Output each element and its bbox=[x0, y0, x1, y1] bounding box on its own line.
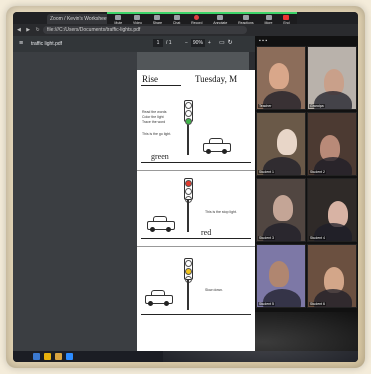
record-icon bbox=[194, 15, 200, 20]
menu-icon[interactable]: ≡ bbox=[19, 40, 23, 47]
participant-name: Teacher bbox=[258, 104, 273, 108]
light-dot bbox=[185, 188, 192, 195]
row-3-note: Slow down. bbox=[205, 288, 223, 292]
video-tile[interactable]: Student 2 bbox=[307, 112, 357, 176]
participant-name: Student 3 bbox=[258, 236, 275, 240]
worksheet-page: Rise Tuesday, M Read the words Color the… bbox=[137, 70, 255, 360]
zoom-level-input[interactable]: 90% bbox=[190, 39, 205, 47]
gallery-controls-icon[interactable]: ▪ ▪ ▪ bbox=[259, 38, 267, 44]
intro-line-2: Color the light bbox=[142, 115, 164, 119]
video-tile[interactable]: Grandpa bbox=[307, 46, 357, 110]
pdf-file-name: traffic light.pdf bbox=[31, 41, 63, 47]
folder-icon[interactable] bbox=[55, 353, 62, 360]
more-icon bbox=[265, 15, 272, 20]
row-3-baseline bbox=[141, 314, 251, 315]
video-tile[interactable]: Student 1 bbox=[256, 112, 306, 176]
light-dot bbox=[185, 110, 192, 117]
light-dot bbox=[185, 102, 192, 109]
participant-name: Student 5 bbox=[258, 302, 275, 306]
participant-name: Student 2 bbox=[309, 170, 326, 174]
fit-page-icon[interactable]: ▭ bbox=[219, 39, 225, 46]
zoom-control: − 90% + bbox=[185, 39, 211, 47]
traffic-light-1 bbox=[184, 100, 193, 125]
page-number-input[interactable]: 1 bbox=[153, 39, 163, 47]
url-field[interactable]: file:///C:/Users/Documents/traffic-light… bbox=[43, 26, 247, 34]
worksheet-name: Rise bbox=[142, 74, 159, 84]
traffic-light-3 bbox=[184, 258, 193, 283]
participant-name: Student 1 bbox=[258, 170, 275, 174]
address-bar: ◀ ▶ ↻ file:///C:/Users/Documents/traffic… bbox=[13, 24, 358, 36]
rotate-icon[interactable]: ↻ bbox=[228, 39, 233, 46]
row-divider bbox=[137, 170, 255, 171]
chrome-icon[interactable] bbox=[44, 353, 51, 360]
windows-icon[interactable] bbox=[33, 353, 40, 360]
zoom-out-icon[interactable]: − bbox=[185, 40, 188, 46]
video-tile[interactable]: Teacher bbox=[256, 46, 306, 110]
traffic-light-2 bbox=[184, 178, 193, 203]
mic-icon bbox=[115, 15, 122, 20]
light-dot-lit bbox=[185, 268, 192, 275]
participant-name: Student 4 bbox=[309, 236, 326, 240]
browser-tab[interactable]: Zoom / Kevin's Worksheet bbox=[47, 14, 116, 24]
row-2-word: red bbox=[201, 228, 212, 237]
row-divider bbox=[137, 246, 255, 247]
pdf-sidebar-area bbox=[13, 52, 137, 352]
zoom-icon[interactable] bbox=[66, 353, 73, 360]
end-icon bbox=[283, 15, 290, 20]
url-text: file:///C:/Users/Documents/traffic-light… bbox=[47, 27, 141, 33]
monitor-screen: Zoom / Kevin's Worksheet Mute Video Share C… bbox=[13, 12, 358, 362]
worksheet-date: Tuesday, M bbox=[195, 74, 238, 84]
row-1-word: green bbox=[151, 152, 169, 161]
participant-face bbox=[269, 261, 289, 287]
smile-icon bbox=[242, 15, 249, 20]
video-tile[interactable]: Student 5 bbox=[256, 244, 306, 308]
light-pole bbox=[187, 280, 189, 310]
video-tile[interactable]: Student 6 bbox=[307, 244, 357, 308]
row-1-note: This is the go light. bbox=[142, 132, 172, 136]
windows-taskbar bbox=[13, 351, 358, 362]
light-dot-lit bbox=[185, 180, 192, 187]
light-dot-lit bbox=[185, 118, 192, 125]
participant-face bbox=[277, 129, 297, 155]
participant-name: Student 6 bbox=[309, 302, 326, 306]
name-underline bbox=[141, 85, 181, 86]
page-control: 1 / 1 bbox=[153, 39, 172, 47]
light-dot bbox=[185, 260, 192, 267]
pdf-actions: ▭ ↻ bbox=[219, 39, 233, 46]
video-tile[interactable]: Student 3 bbox=[256, 178, 306, 242]
light-pole bbox=[187, 200, 189, 232]
video-tile[interactable]: Student 4 bbox=[307, 178, 357, 242]
participant-name: Grandpa bbox=[309, 104, 325, 108]
participant-face bbox=[273, 195, 293, 221]
intro-line-3: Trace the word bbox=[142, 120, 166, 124]
camera-icon bbox=[134, 15, 141, 20]
chat-icon bbox=[173, 15, 180, 20]
row-1-baseline bbox=[141, 162, 251, 163]
pen-icon bbox=[217, 15, 224, 20]
row-2-note: This is the stop light. bbox=[205, 210, 237, 214]
intro-line-1: Read the words bbox=[142, 110, 167, 114]
page-total: / 1 bbox=[166, 40, 172, 46]
participant-face bbox=[269, 63, 289, 89]
share-icon bbox=[154, 15, 161, 20]
row-2-baseline bbox=[141, 238, 251, 239]
zoom-in-icon[interactable]: + bbox=[208, 40, 211, 46]
zoom-gallery-view: ▪ ▪ ▪ Teacher Grandpa Student 1 Student 2 St… bbox=[255, 36, 358, 362]
tab-title: Zoom / Kevin's Worksheet bbox=[50, 16, 109, 22]
nav-back-forward-reload-icons[interactable]: ◀ ▶ ↻ bbox=[17, 24, 42, 36]
